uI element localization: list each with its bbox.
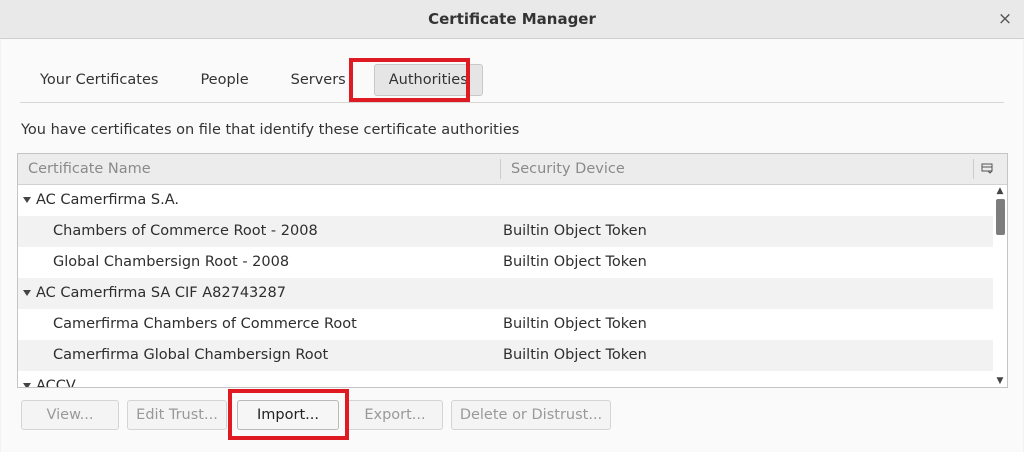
tree-rows: AC Camerfirma S.A. Chambers of Commerce … bbox=[18, 185, 993, 388]
certificate-name: Global Chambersign Root - 2008 bbox=[53, 254, 290, 270]
tab-your-certificates[interactable]: Your Certificates bbox=[20, 65, 176, 95]
table-row[interactable]: Chambers of Commerce Root - 2008 Builtin… bbox=[18, 216, 993, 247]
tree-group-row[interactable]: ACCV bbox=[18, 371, 993, 388]
close-icon[interactable]: × bbox=[994, 8, 1016, 30]
table-row[interactable]: Camerfirma Chambers of Commerce Root Bui… bbox=[18, 309, 993, 340]
scrollbar-thumb[interactable] bbox=[996, 199, 1005, 235]
title-bar: Certificate Manager × bbox=[0, 0, 1024, 39]
window-title: Certificate Manager bbox=[428, 10, 596, 28]
security-device: Builtin Object Token bbox=[503, 316, 647, 332]
certificate-tree[interactable]: Certificate Name Security Device AC Came… bbox=[17, 153, 1008, 388]
edit-trust-button[interactable]: Edit Trust... bbox=[127, 400, 227, 430]
group-name: ACCV bbox=[36, 378, 76, 388]
table-row[interactable]: Camerfirma Global Chambersign Root Built… bbox=[18, 340, 993, 371]
column-picker-icon[interactable] bbox=[980, 161, 994, 175]
tree-group-row[interactable]: AC Camerfirma S.A. bbox=[18, 185, 993, 216]
import-button[interactable]: Import... bbox=[237, 400, 339, 430]
delete-or-distrust-button[interactable]: Delete or Distrust... bbox=[451, 400, 611, 430]
tree-header: Certificate Name Security Device bbox=[18, 154, 1007, 185]
vertical-scrollbar[interactable]: ▲ ▼ bbox=[993, 185, 1007, 387]
view-button[interactable]: View... bbox=[21, 400, 119, 430]
tab-people[interactable]: People bbox=[180, 65, 266, 95]
expand-triangle-icon[interactable] bbox=[23, 290, 31, 296]
certificate-name: Camerfirma Chambers of Commerce Root bbox=[53, 316, 357, 332]
expand-triangle-icon[interactable] bbox=[23, 383, 31, 387]
table-row[interactable]: Global Chambersign Root - 2008 Builtin O… bbox=[18, 247, 993, 278]
column-header-security-device[interactable]: Security Device bbox=[511, 154, 625, 184]
group-name: AC Camerfirma S.A. bbox=[36, 192, 179, 208]
tab-servers[interactable]: Servers bbox=[271, 65, 364, 95]
tab-authorities[interactable]: Authorities bbox=[373, 64, 483, 96]
column-divider bbox=[973, 159, 974, 179]
column-header-certificate-name[interactable]: Certificate Name bbox=[28, 154, 151, 184]
description-text: You have certificates on file that ident… bbox=[21, 122, 520, 138]
expand-triangle-icon[interactable] bbox=[23, 197, 31, 203]
export-button[interactable]: Export... bbox=[347, 400, 443, 430]
security-device: Builtin Object Token bbox=[503, 254, 647, 270]
tree-group-row[interactable]: AC Camerfirma SA CIF A82743287 bbox=[18, 278, 993, 309]
certificate-name: Chambers of Commerce Root - 2008 bbox=[53, 223, 318, 239]
tab-bar: Your Certificates People Servers Authori… bbox=[20, 58, 1004, 103]
certificate-name: Camerfirma Global Chambersign Root bbox=[53, 347, 329, 363]
column-divider bbox=[500, 159, 501, 179]
scroll-up-arrow-icon[interactable]: ▲ bbox=[993, 185, 1007, 197]
scroll-down-arrow-icon[interactable]: ▼ bbox=[993, 375, 1007, 387]
security-device: Builtin Object Token bbox=[503, 347, 647, 363]
security-device: Builtin Object Token bbox=[503, 223, 647, 239]
group-name: AC Camerfirma SA CIF A82743287 bbox=[36, 285, 286, 301]
